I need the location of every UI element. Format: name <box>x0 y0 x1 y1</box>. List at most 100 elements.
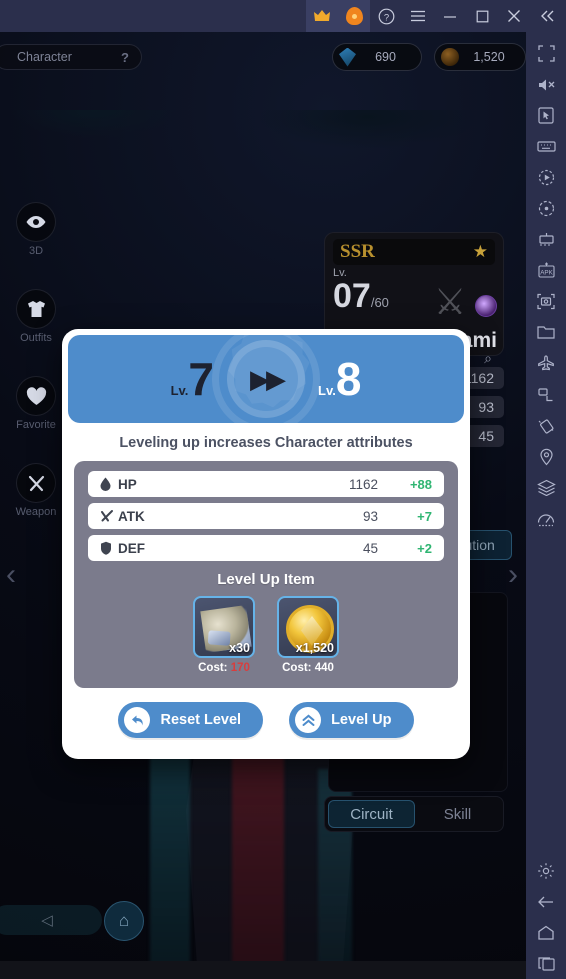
recents-icon[interactable] <box>530 948 562 979</box>
rotate-icon[interactable] <box>530 379 562 410</box>
heart-icon <box>16 376 56 416</box>
scroll-cost-value: 170 <box>230 662 250 674</box>
layers-icon[interactable] <box>530 472 562 503</box>
crown-icon[interactable] <box>306 0 338 32</box>
element-orb-icon <box>475 295 497 317</box>
coin-item-box[interactable]: x1,520 <box>277 596 339 658</box>
character-action-rail: 3D Outfits Favorite Weapon <box>8 202 64 550</box>
stat-name-def: DEF <box>118 540 145 556</box>
location-icon[interactable] <box>530 441 562 472</box>
app-screen: ? APK Character ? 690 1,520 3D Outfits F… <box>0 0 566 979</box>
stat-value-atk: 93 <box>362 508 378 524</box>
stat-value-hp: 1162 <box>348 476 378 492</box>
cursor-icon[interactable] <box>530 100 562 131</box>
stat-name-hp: HP <box>118 476 137 492</box>
screenshot-icon[interactable] <box>530 286 562 317</box>
fullscreen-icon[interactable] <box>530 38 562 69</box>
hp-drop-icon <box>100 477 118 491</box>
rarity-label: SSR <box>340 241 375 262</box>
settings-icon[interactable] <box>530 855 562 886</box>
scroll-item-cost: Cost: 170 <box>193 662 255 674</box>
scroll-cost-label: Cost: <box>198 662 228 674</box>
rail-item-favorite[interactable]: Favorite <box>8 376 64 431</box>
rail-label-outfits: Outfits <box>20 332 52 344</box>
rail-item-weapon[interactable]: Weapon <box>8 463 64 518</box>
rail-item-outfits[interactable]: Outfits <box>8 289 64 344</box>
emulator-sidebar: APK <box>526 32 566 979</box>
maximize-icon[interactable] <box>466 0 498 32</box>
gold-icon <box>441 48 459 66</box>
help-icon[interactable]: ? <box>370 0 402 32</box>
reset-level-button[interactable]: Reset Level <box>118 702 264 738</box>
home-icon[interactable] <box>530 917 562 948</box>
flame-glyph <box>345 7 363 25</box>
stat-delta-atk: +7 <box>417 508 432 524</box>
level-up-label: Level Up <box>331 712 392 728</box>
character-header-pill[interactable]: Character ? <box>0 44 142 70</box>
flame-icon[interactable] <box>338 0 370 32</box>
stat-delta-hp: +88 <box>409 476 432 492</box>
back-icon[interactable] <box>530 886 562 917</box>
eye-icon <box>16 202 56 242</box>
reset-level-label: Reset Level <box>160 712 242 728</box>
level-up-item-title: Level Up Item <box>217 571 315 588</box>
rarity-banner: SSR ★ <box>333 239 495 265</box>
next-character-arrow[interactable]: › <box>508 560 518 590</box>
multi-instance-icon[interactable] <box>530 224 562 255</box>
gem-icon <box>339 47 356 67</box>
folder-icon[interactable] <box>530 317 562 348</box>
tab-circuit[interactable]: Circuit <box>328 800 415 828</box>
level-up-scroll-item[interactable]: x30 Cost: 170 <box>193 596 255 674</box>
window-titlebar: ? <box>0 0 566 32</box>
def-shield-icon <box>100 541 118 555</box>
macro-icon[interactable] <box>530 193 562 224</box>
record-icon[interactable] <box>530 162 562 193</box>
stat-delta-def: +2 <box>417 540 432 556</box>
shirt-icon <box>16 289 56 329</box>
gem-currency[interactable]: 690 <box>332 43 422 71</box>
class-emblem-icon: ⚔ <box>433 281 467 322</box>
stat-row-def: DEF 45 +2 <box>88 535 444 561</box>
panel-tabs: Circuit Skill <box>324 796 504 832</box>
airplane-icon[interactable] <box>530 348 562 379</box>
mute-icon[interactable] <box>530 69 562 100</box>
background-rocks <box>0 110 526 230</box>
level-from-value: 7 <box>188 353 214 405</box>
performance-icon[interactable] <box>530 503 562 534</box>
gold-coin-item[interactable]: x1,520 Cost: 440 <box>277 596 339 674</box>
card-level-max: /60 <box>370 295 389 310</box>
help-question-icon[interactable]: ? <box>121 50 129 65</box>
collapse-icon[interactable] <box>530 0 566 32</box>
prev-character-arrow[interactable]: ‹ <box>6 560 16 590</box>
atk-sword-icon <box>100 509 118 523</box>
sword-icon <box>16 463 56 503</box>
bottom-home-button[interactable]: ⌂ <box>104 901 144 941</box>
dialog-footer: Reset Level Level Up <box>68 688 464 738</box>
level-to-label: Lv. <box>318 383 336 398</box>
tab-skill[interactable]: Skill <box>415 800 500 828</box>
close-icon[interactable] <box>498 0 530 32</box>
menu-icon[interactable] <box>402 0 434 32</box>
character-header-label: Character <box>17 50 72 64</box>
keyboard-icon[interactable] <box>530 131 562 162</box>
bottom-back-button[interactable]: ◁ <box>0 905 102 935</box>
apk-install-icon[interactable]: APK <box>530 255 562 286</box>
stat-row-hp: HP 1162 +88 <box>88 471 444 497</box>
stat-name-atk: ATK <box>118 508 145 524</box>
level-up-items: x30 Cost: 170 x1,520 Cost: 440 <box>88 596 444 674</box>
rail-label-weapon: Weapon <box>15 506 57 518</box>
game-viewport[interactable]: Character ? 690 1,520 3D Outfits Favorit… <box>0 32 526 979</box>
level-to: Lv. 8 <box>318 356 361 402</box>
system-bottom-bar <box>0 961 526 979</box>
level-up-button[interactable]: Level Up <box>289 702 414 738</box>
shake-icon[interactable] <box>530 410 562 441</box>
coin-item-quantity: x1,520 <box>295 641 334 655</box>
svg-text:?: ? <box>383 12 388 23</box>
gold-currency[interactable]: 1,520 <box>434 43 526 71</box>
card-level-value: 07 <box>333 277 371 315</box>
rail-item-3d[interactable]: 3D <box>8 202 64 257</box>
dialog-body-panel: HP 1162 +88 ATK 93 +7 DEF 45 +2 Level Up… <box>74 461 458 688</box>
scroll-item-box[interactable]: x30 <box>193 596 255 658</box>
gold-currency-value: 1,520 <box>473 50 505 64</box>
minimize-icon[interactable] <box>434 0 466 32</box>
